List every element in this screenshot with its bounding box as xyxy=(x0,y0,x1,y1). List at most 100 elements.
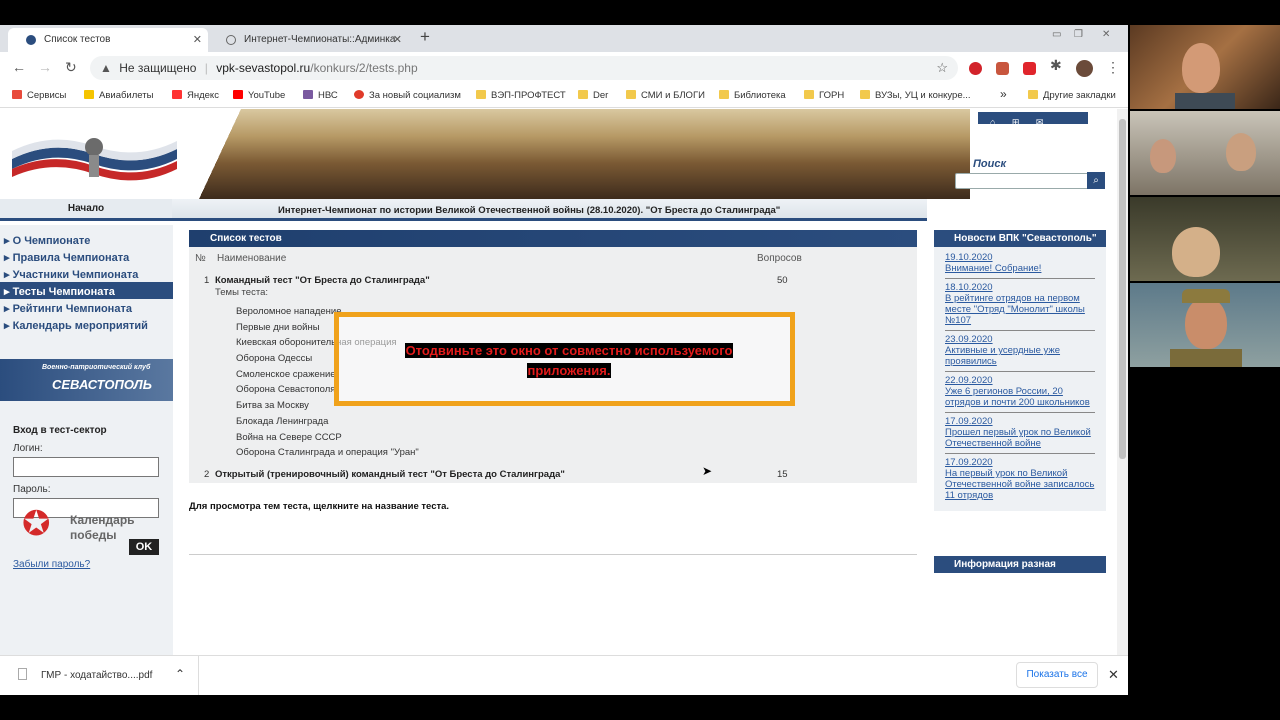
warning-icon: ▲ xyxy=(100,61,112,75)
start-link[interactable]: Начало xyxy=(0,199,172,221)
test-link[interactable]: Открытый (тренировочный) командный тест … xyxy=(215,469,565,480)
star-icon: ✪ xyxy=(22,505,51,543)
news-item[interactable]: 17.09.2020 Прошел первый урок по Великой … xyxy=(945,413,1095,454)
bookmark-folder-library[interactable]: Библиотека xyxy=(719,90,786,101)
close-download-bar-icon[interactable]: ✕ xyxy=(1108,667,1119,683)
folder-icon xyxy=(476,90,486,99)
minimize-icon[interactable]: ▭ xyxy=(1052,29,1061,40)
news-item[interactable]: 22.09.2020 Уже 6 регионов России, 20 отря… xyxy=(945,372,1095,413)
login-heading: Вход в тест-сектор xyxy=(13,425,107,436)
menu-item-tests[interactable]: ▸ Тесты Чемпионата xyxy=(0,282,173,299)
participant-video[interactable] xyxy=(1130,197,1280,281)
participant-face xyxy=(1182,43,1220,93)
search-input[interactable] xyxy=(955,173,1090,189)
folder-icon xyxy=(626,90,636,99)
participant-face xyxy=(1150,139,1176,173)
extension-icon[interactable] xyxy=(969,62,982,75)
participant-body xyxy=(1175,93,1235,109)
news-item[interactable]: 19.10.2020 Внимание! Собрание! xyxy=(945,249,1095,279)
search-icon[interactable]: ⌕ xyxy=(1087,172,1105,189)
mail-icon[interactable]: ✉ xyxy=(1036,117,1044,128)
test-link[interactable]: Командный тест "От Бреста до Сталинграда… xyxy=(215,275,430,286)
menu-item-participants[interactable]: ▸ Участники Чемпионата xyxy=(0,265,173,282)
bookmark-nvs[interactable]: НВС xyxy=(303,90,338,101)
column-header-number: № xyxy=(195,253,206,264)
address-bar[interactable]: ▲ Не защищено | vpk-sevastopol.ru/konkur… xyxy=(90,56,958,80)
menu-item-about[interactable]: ▸ О Чемпионате xyxy=(0,231,173,248)
participant-video[interactable] xyxy=(1130,283,1280,367)
tab-admin[interactable]: Интернет-Чемпионаты::Админка ✕ xyxy=(208,28,408,52)
tab-strip: Список тестов ✕ Интернет-Чемпионаты::Адм… xyxy=(0,25,1128,52)
participant-face xyxy=(1185,297,1227,349)
column-header-questions: Вопросов xyxy=(757,253,802,264)
calendar-label: Календарь победы xyxy=(70,513,135,542)
browser-toolbar: ← → ↻ ▲ Не защищено | vpk-sevastopol.ru/… xyxy=(0,52,1128,84)
news-item[interactable]: 23.09.2020 Активные и усердные уже прояви… xyxy=(945,331,1095,372)
login-input[interactable] xyxy=(13,457,159,477)
club-banner[interactable]: Военно-патриотический клуб СЕВАСТОПОЛЬ xyxy=(0,359,173,401)
bookmark-folder-vuzy[interactable]: ВУЗы, УЦ и конкуре... xyxy=(860,90,971,101)
sitemap-icon[interactable]: ⊞ xyxy=(1012,117,1020,128)
search-box: Поиск ⌕ xyxy=(955,139,1110,194)
menu-item-ratings[interactable]: ▸ Рейтинги Чемпионата xyxy=(0,299,173,316)
scrollbar-thumb[interactable] xyxy=(1119,119,1126,459)
menu-kebab-icon[interactable]: ⋮ xyxy=(1106,59,1120,76)
bookmark-folder-gorn[interactable]: ГОРН xyxy=(804,90,844,101)
topic-item: Вероломное нападение xyxy=(236,306,342,317)
bookmarks-overflow-button[interactable]: » xyxy=(1000,87,1007,101)
puzzle-extensions-icon[interactable]: ✱ xyxy=(1050,57,1062,74)
site-favicon-icon xyxy=(26,35,36,45)
close-tab-icon[interactable]: ✕ xyxy=(393,33,402,46)
topic-item: Первые дни войны xyxy=(236,322,320,333)
page-scrollbar[interactable] xyxy=(1117,109,1128,655)
menu-item-calendar[interactable]: ▸ Календарь мероприятий xyxy=(0,316,173,333)
restore-icon[interactable]: ❐ xyxy=(1074,29,1083,40)
extension-icon[interactable] xyxy=(996,62,1009,75)
test-number: 1 xyxy=(204,275,210,286)
forgot-password-link[interactable]: Забыли пароль? xyxy=(13,559,90,570)
forward-icon[interactable]: → xyxy=(38,59,52,75)
tab-tests-list[interactable]: Список тестов ✕ xyxy=(8,28,208,52)
bookmark-folder-smi[interactable]: СМИ и БЛОГИ xyxy=(626,90,705,101)
bookmark-youtube[interactable]: YouTube xyxy=(233,90,285,101)
bookmark-star-icon[interactable]: ☆ xyxy=(936,60,948,76)
reload-icon[interactable]: ↻ xyxy=(65,59,77,76)
news-sidebar: Новости ВПК "Севастополь" 19.10.2020 Вним… xyxy=(934,230,1106,573)
chevron-up-icon[interactable]: ⌃ xyxy=(175,667,185,681)
home-icon[interactable]: ⌂ xyxy=(990,117,995,127)
back-icon[interactable]: ← xyxy=(12,59,26,75)
menu-item-rules[interactable]: ▸ Правила Чемпионата xyxy=(0,248,173,265)
apps-grid-icon xyxy=(12,90,22,99)
nvs-icon xyxy=(303,90,313,99)
show-all-button[interactable]: Показать все xyxy=(1016,662,1098,688)
bookmark-folder-der[interactable]: Der xyxy=(578,90,608,101)
participant-body xyxy=(1170,349,1242,367)
folder-icon xyxy=(719,90,729,99)
close-window-icon[interactable]: ✕ xyxy=(1102,29,1110,40)
download-file-name[interactable]: ГМР - ходатайство....pdf xyxy=(41,670,152,681)
participant-face xyxy=(1172,227,1220,277)
news-item[interactable]: 17.09.2020 На первый урок по Великой Отеч… xyxy=(945,454,1095,505)
new-tab-button[interactable]: + xyxy=(420,27,430,47)
topics-label: Темы теста: xyxy=(215,287,268,298)
topic-item: Смоленское сражение xyxy=(236,369,336,380)
close-tab-icon[interactable]: ✕ xyxy=(193,33,202,46)
news-title: Новости ВПК "Севастополь" xyxy=(934,230,1106,247)
plane-icon xyxy=(84,90,94,99)
participant-video[interactable] xyxy=(1130,111,1280,195)
tests-note: Для просмотра тем теста, щелкните на наз… xyxy=(189,501,450,512)
bookmark-folder-vep[interactable]: ВЭП-ПРОФТЕСТ xyxy=(476,90,566,101)
victory-calendar-link[interactable]: ✪ Календарь победы xyxy=(22,506,172,546)
other-bookmarks[interactable]: Другие закладки xyxy=(1028,90,1116,101)
folder-icon xyxy=(1028,90,1038,99)
youtube-icon xyxy=(233,90,243,99)
bookmark-aviabilety[interactable]: Авиабилеты xyxy=(84,90,153,101)
profile-avatar[interactable] xyxy=(1076,60,1093,77)
extension-icon[interactable] xyxy=(1023,62,1036,75)
news-item[interactable]: 18.10.2020 В рейтинге отрядов на первом м… xyxy=(945,279,1095,331)
participant-video[interactable] xyxy=(1130,25,1280,109)
bookmark-services[interactable]: Сервисы xyxy=(12,90,66,101)
bookmark-yandex[interactable]: Яндекс xyxy=(172,90,219,101)
participant-face xyxy=(1226,133,1256,171)
bookmark-socialism[interactable]: За новый социализм xyxy=(354,90,461,101)
